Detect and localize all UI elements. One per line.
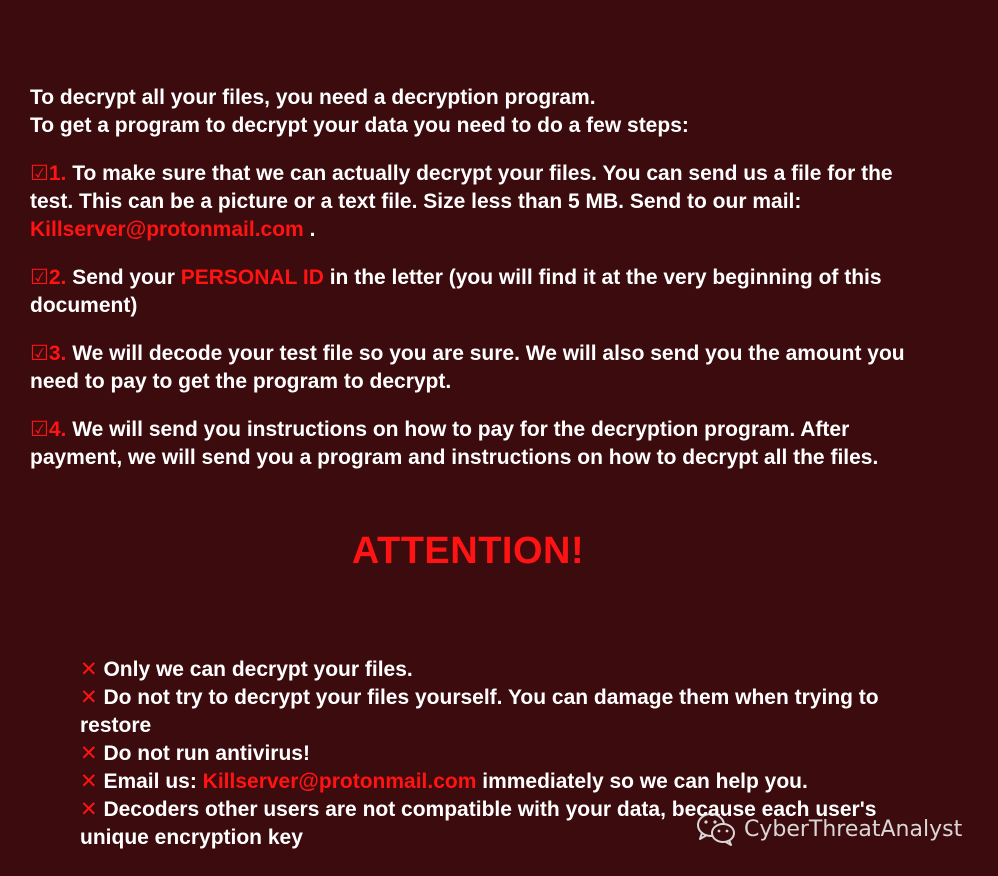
watermark-text: CyberThreatAnalyst [744,816,963,842]
warning-text: Only we can decrypt your files. [103,658,413,681]
warning-item: ✕ Email us: Killserver@protonmail.com im… [80,768,920,796]
step-number: ☑1. [30,162,67,185]
warning-text: Email us: [103,770,197,793]
cross-icon: ✕ [80,742,98,765]
step-3: ☑3. We will decode your test file so you… [30,340,920,396]
email-address: Killserver@protonmail.com [202,770,477,793]
step-text: We will decode your test file so you are… [30,342,905,393]
step-2: ☑2. Send your PERSONAL ID in the letter … [30,264,920,320]
step-text: Send your [72,266,175,289]
step-number: ☑4. [30,418,67,441]
wechat-icon [696,812,736,846]
warning-item: ✕ Do not try to decrypt your files yours… [80,684,920,740]
watermark: CyberThreatAnalyst [696,812,962,846]
cross-icon: ✕ [80,658,98,681]
step-4: ☑4. We will send you instructions on how… [30,416,920,472]
step-text: We will send you instructions on how to … [30,418,879,469]
cross-icon: ✕ [80,798,98,821]
intro-text: To decrypt all your files, you need a de… [30,84,930,140]
step-text-after: . [309,218,316,241]
intro-line-1: To decrypt all your files, you need a de… [30,86,596,109]
cross-icon: ✕ [80,686,98,709]
attention-heading: ATTENTION! [351,530,585,572]
warning-text: Do not try to decrypt your files yoursel… [80,686,879,737]
warning-text: Do not run antivirus! [103,742,310,765]
step-number: ☑2. [30,266,67,289]
ransom-note: To decrypt all your files, you need a de… [0,0,998,876]
warning-text-after: immediately so we can help you. [482,770,808,793]
step-1: ☑1. To make sure that we can actually de… [30,160,920,244]
step-text: To make sure that we can actually decryp… [30,162,893,213]
step-number: ☑3. [30,342,67,365]
intro-line-2: To get a program to decrypt your data yo… [30,114,689,137]
personal-id-label: PERSONAL ID [180,266,324,289]
email-address: Killserver@protonmail.com [30,218,304,241]
cross-icon: ✕ [80,770,98,793]
warning-item: ✕ Only we can decrypt your files. [80,656,920,684]
warning-item: ✕ Do not run antivirus! [80,740,920,768]
steps-list: ☑1. To make sure that we can actually de… [30,160,920,492]
